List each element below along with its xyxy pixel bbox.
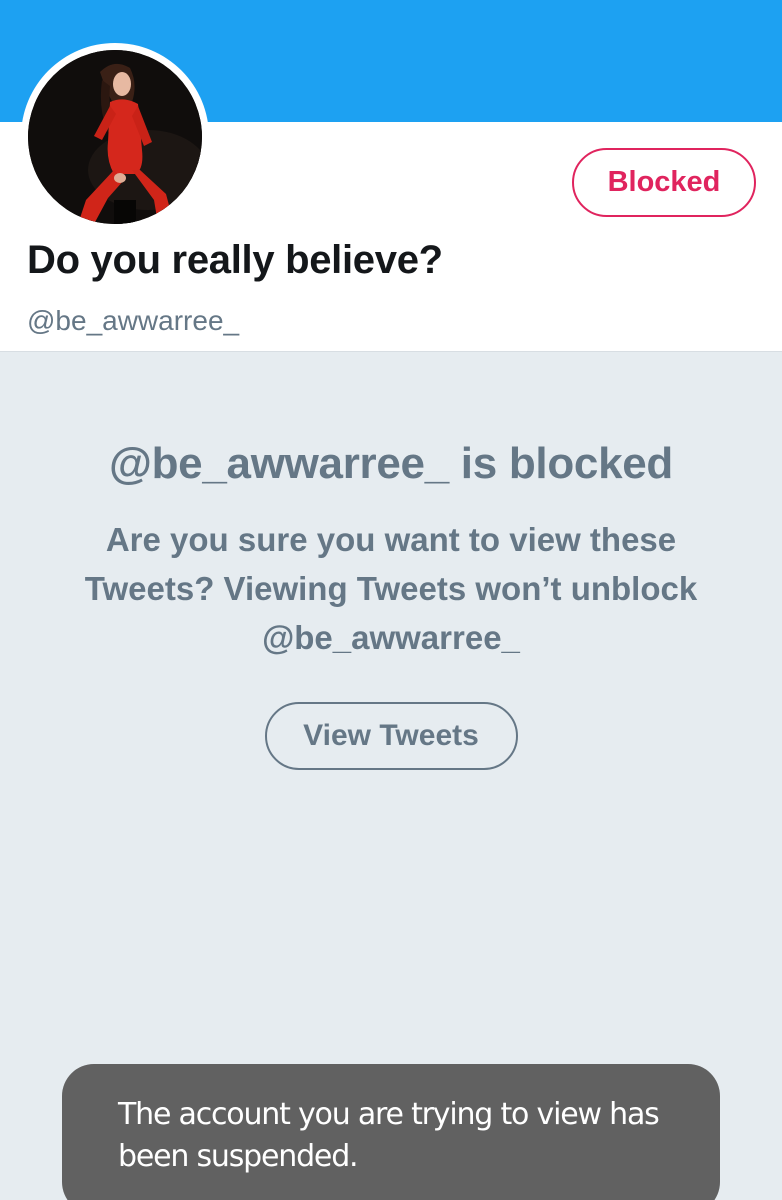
blocked-notice: @be_awwarree_ is blocked Are you sure yo… bbox=[0, 353, 782, 770]
display-name: Do you really believe? bbox=[27, 238, 443, 282]
blocked-message: Are you sure you want to view these Twee… bbox=[84, 521, 698, 656]
avatar-photo bbox=[28, 50, 202, 224]
profile-handle: @be_awwarree_ bbox=[27, 305, 240, 336]
view-tweets-button[interactable]: View Tweets bbox=[264, 702, 518, 770]
suspended-toast: The account you are trying to view has b… bbox=[62, 1064, 720, 1200]
blocked-button[interactable]: Blocked bbox=[572, 148, 756, 217]
blocked-title: @be_awwarree_ is blocked bbox=[109, 439, 673, 488]
toast-message: The account you are trying to view has b… bbox=[118, 1097, 660, 1174]
avatar[interactable] bbox=[21, 43, 209, 231]
